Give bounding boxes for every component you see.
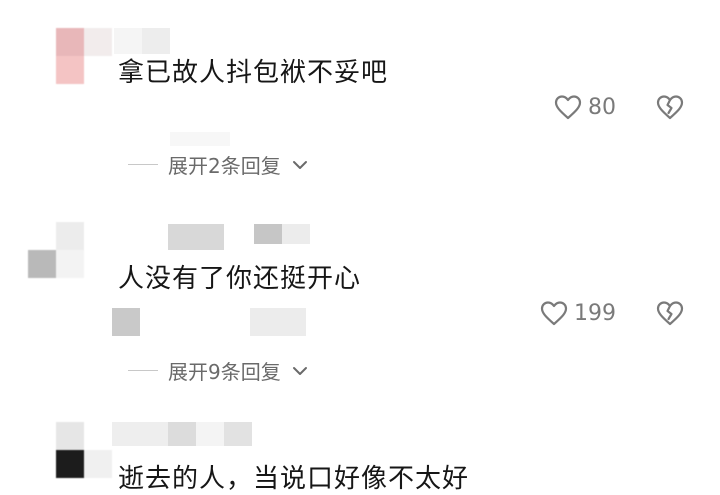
- avatar[interactable]: [56, 422, 112, 478]
- comment-text: 逝去的人，当说口好像不太好: [118, 464, 470, 494]
- comment-item: 逝去的人，当说口好像不太好: [0, 0, 720, 494]
- username-blurred[interactable]: [112, 422, 252, 446]
